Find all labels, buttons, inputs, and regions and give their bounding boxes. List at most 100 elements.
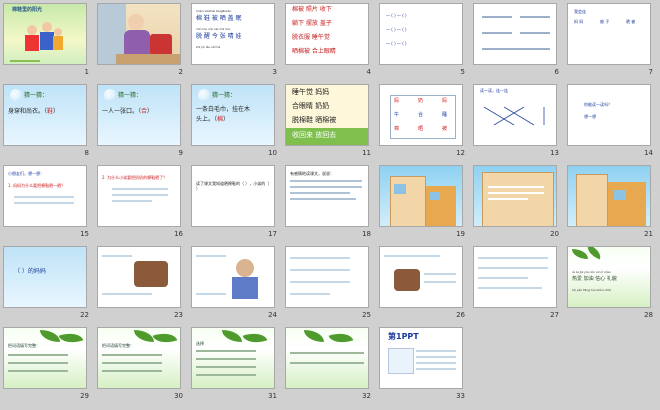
slide-8[interactable]: 猜一猜： 身穿和尚衣。（鞋） 8 bbox=[1, 82, 95, 163]
slide-thumbnail: 选择 bbox=[191, 327, 275, 389]
slide-10[interactable]: 猜一猜： 一条白毛巾，挂在木 头上。（棉） 10 bbox=[189, 82, 283, 163]
slide-33[interactable]: 第1PPT 33 bbox=[377, 325, 471, 406]
slide-30[interactable]: 把词语填写完整： 30 bbox=[95, 325, 189, 406]
char-line: 棉 鞋 被 晒 盖 眠 bbox=[196, 15, 242, 22]
grid-char: 晒 bbox=[418, 126, 424, 132]
slide-9[interactable]: 猜一猜： 一人一张口。（合） 9 bbox=[95, 82, 189, 163]
slide-thumbnail: 我会连 妈 妈 被 子 晒 被 bbox=[567, 3, 651, 65]
grid-char: 睡 bbox=[442, 112, 448, 118]
slide-20[interactable]: 20 bbox=[471, 163, 565, 244]
slide-11[interactable]: 睡午觉 妈妈 合眼睛 奶奶 脱棉鞋 晒棉被 收回来 放回去 11 bbox=[283, 82, 377, 163]
char-line: 脱 醒 今 张 晴 娃 bbox=[196, 33, 242, 40]
slide-22[interactable]: （ ）的妈妈 22 bbox=[1, 244, 95, 325]
slide-23[interactable]: 23 bbox=[95, 244, 189, 325]
slide-number: 13 bbox=[550, 149, 559, 157]
slide-number: 10 bbox=[268, 149, 277, 157]
slide-thumbnail: 猜一猜： 身穿和尚衣。（鞋） bbox=[3, 84, 87, 146]
riddle-body: 身穿和尚衣。（鞋） bbox=[8, 108, 60, 115]
slide-15[interactable]: 小朋友们，想一想： 1. 妈妈为什么要把棉鞋晒一晒？ 15 bbox=[1, 163, 95, 244]
slide-thumbnail: 棉被 照片 收下 躺下 摆放 盖子 脱衣服 睡午觉 晒棉被 合上眼睛 bbox=[285, 3, 369, 65]
slide-thumbnail bbox=[473, 3, 557, 65]
slide-thumbnail: 小朋友们，想一想： 1. 妈妈为什么要把棉鞋晒一晒？ bbox=[3, 165, 87, 227]
slide-number: 14 bbox=[644, 149, 653, 157]
slide-thumbnail bbox=[473, 165, 557, 227]
matching-lines bbox=[483, 106, 545, 126]
slide-31[interactable]: 选择 31 bbox=[189, 325, 283, 406]
slide-6[interactable]: 6 bbox=[471, 1, 565, 82]
grid-char: 午 bbox=[394, 112, 400, 118]
slide-16[interactable]: 2. 为什么小弟要把奶奶的棉鞋晒了？ 16 bbox=[95, 163, 189, 244]
slide-28[interactable]: rè ài jiā yóu xìn xin lǐ mào 热爱 加油 信心 礼貌… bbox=[565, 244, 659, 325]
slide-2[interactable]: 2 bbox=[95, 1, 189, 82]
slide-number: 19 bbox=[456, 230, 465, 238]
slide-25[interactable]: 25 bbox=[283, 244, 377, 325]
slide-label: 把词语填写完整： bbox=[102, 343, 134, 348]
slide-number: 7 bbox=[648, 68, 653, 76]
slide-number: 17 bbox=[268, 230, 277, 238]
slide-12[interactable]: 妈 奶 妈 午 合 睡 棉 晒 被 12 bbox=[377, 82, 471, 163]
slide-thumbnail bbox=[191, 246, 275, 308]
slide-19[interactable]: 19 bbox=[377, 163, 471, 244]
slide-number: 31 bbox=[268, 392, 277, 400]
slide-thumbnail bbox=[567, 165, 651, 227]
slide-label: 选择 bbox=[196, 341, 204, 346]
slide-24[interactable]: 24 bbox=[189, 244, 283, 325]
slide-number: 28 bbox=[644, 311, 653, 319]
question: 有感情地读课文，说说： bbox=[290, 171, 334, 176]
slide-thumbnail: 把词语填写完整： bbox=[3, 327, 87, 389]
slide-4[interactable]: 棉被 照片 收下 躺下 摆放 盖子 脱衣服 睡午觉 晒棉被 合上眼睛 4 bbox=[283, 1, 377, 82]
question: 想一想 bbox=[584, 114, 596, 119]
slide-number: 12 bbox=[456, 149, 465, 157]
word-row: 躺下 摆放 盖子 bbox=[292, 20, 332, 27]
pinyin-line: zhí jiǔ lǎo shì hé bbox=[196, 45, 221, 49]
question: 1. 妈妈为什么要把棉鞋晒一晒？ bbox=[8, 183, 66, 188]
slide-13[interactable]: 读一读，连一连 13 bbox=[471, 82, 565, 163]
riddle-title: 猜一猜： bbox=[212, 92, 237, 99]
slide-thumbnail bbox=[473, 246, 557, 308]
word: 晒 被 bbox=[626, 19, 636, 24]
grid-char: 棉 bbox=[394, 126, 400, 132]
slide-26[interactable]: 26 bbox=[377, 244, 471, 325]
slide-thumbnail bbox=[285, 246, 369, 308]
slide-thumbnail: 2. 为什么小弟要把奶奶的棉鞋晒了？ bbox=[97, 165, 181, 227]
slide-thumbnail: 读一读，连一连 bbox=[473, 84, 557, 146]
slide-number: 26 bbox=[456, 311, 465, 319]
slide-3[interactable]: mián xiéshài bèigāiwán 棉 鞋 被 晒 盖 眠 chù t… bbox=[189, 1, 283, 82]
slide-29[interactable]: 把词语填写完整： 29 bbox=[1, 325, 95, 406]
slide-17[interactable]: 读了课文我知道晒棉鞋的（ ），小弟的（ ） 17 bbox=[189, 163, 283, 244]
slide-5[interactable]: 一 ( ) 一 ( ) 一 ( ) 一 ( ) 一 ( ) 一 ( ) 5 bbox=[377, 1, 471, 82]
slide-14[interactable]: 你能读一读吗？ 想一想 14 bbox=[565, 82, 659, 163]
grandma-illustration bbox=[128, 14, 144, 30]
slide-thumbnail: 有感情地读课文，说说： bbox=[285, 165, 369, 227]
word: 妈 妈 bbox=[574, 19, 584, 24]
children-illustration bbox=[24, 20, 64, 56]
word-row: 脱棉鞋 晒棉被 bbox=[292, 116, 337, 124]
slide-number: 20 bbox=[550, 230, 559, 238]
word-row: 睡午觉 妈妈 bbox=[292, 88, 330, 96]
slide-number: 6 bbox=[554, 68, 559, 76]
slide-thumbnail bbox=[285, 327, 369, 389]
grid-char: 合 bbox=[418, 112, 424, 118]
slide-number: 25 bbox=[362, 311, 371, 319]
slide-thumbnail: rè ài jiā yóu xìn xin lǐ mào 热爱 加油 信心 礼貌… bbox=[567, 246, 651, 308]
slide-thumbnail bbox=[379, 246, 463, 308]
question: 2. 为什么小弟要把奶奶的棉鞋晒了？ bbox=[102, 175, 168, 180]
pinyin-line: hé yán fāng huì shǒu chǎi bbox=[572, 288, 611, 292]
word-row: 晒棉被 合上眼睛 bbox=[292, 48, 336, 55]
slide-7[interactable]: 我会连 妈 妈 被 子 晒 被 7 bbox=[565, 1, 659, 82]
word-row: 收回来 放回去 bbox=[292, 131, 337, 139]
riddle-body: 一条白毛巾，挂在木 bbox=[196, 106, 251, 113]
slide-27[interactable]: 27 bbox=[471, 244, 565, 325]
question: 你能读一读吗？ bbox=[584, 102, 612, 107]
slide-21[interactable]: 21 bbox=[565, 163, 659, 244]
slide-number: 3 bbox=[272, 68, 277, 76]
slide-title: 棉鞋里的阳光 bbox=[12, 7, 43, 13]
slide-label: 我会连 bbox=[574, 9, 586, 14]
slide-1[interactable]: 棉鞋里的阳光 1 bbox=[1, 1, 95, 82]
slide-18[interactable]: 有感情地读课文，说说： 18 bbox=[283, 163, 377, 244]
slide-32[interactable]: 32 bbox=[283, 325, 377, 406]
exercise-row: 一 ( ) 一 ( ) bbox=[386, 41, 407, 46]
riddle-title: 猜一猜： bbox=[118, 92, 143, 99]
question: 读了课文我知道晒棉鞋的（ ），小弟的（ ） bbox=[196, 181, 270, 191]
grid-char: 奶 bbox=[418, 98, 424, 104]
